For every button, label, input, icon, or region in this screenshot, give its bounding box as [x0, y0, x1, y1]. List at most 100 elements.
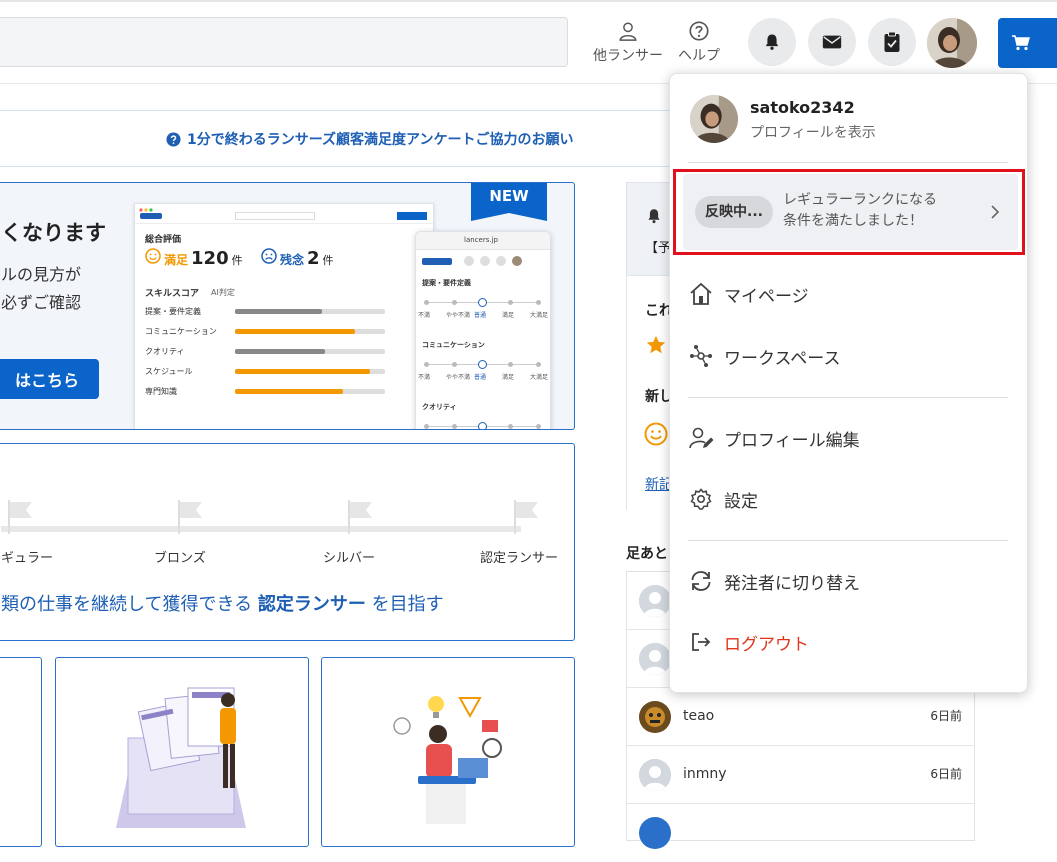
logout-icon — [692, 633, 711, 651]
tasks-button[interactable] — [868, 18, 916, 66]
notice-snippet: 【予 — [645, 241, 672, 256]
menu-item-workspace[interactable]: ワークスペース — [688, 336, 840, 376]
footprints-title: 足あと — [626, 546, 668, 562]
phone-url: lancers.jp — [464, 236, 498, 244]
messages-button[interactable] — [808, 18, 856, 66]
new-badge: NEW — [471, 183, 547, 221]
survey-text: 1分で終わるランサーズ顧客満足度アンケートご協力のお願い — [187, 132, 574, 148]
mock-post-button — [397, 212, 427, 220]
avatar — [639, 701, 671, 733]
rank-label-certified: 認定ランサー — [480, 551, 559, 566]
promo-desktop-mock: 総合評価 満足 120 件 残念 2 件 スキルスコア AI判定 提案・要件定義… — [134, 203, 434, 429]
smile-icon — [644, 422, 668, 446]
phone-section-title: クオリティ — [422, 403, 457, 411]
mock-skill-label: コミュニケーション — [145, 327, 217, 336]
avatar — [690, 95, 738, 143]
menu-item-label: 設定 — [724, 491, 758, 512]
mock-searchbar — [235, 212, 315, 220]
mock-skill-bar — [235, 389, 385, 394]
rank-msg-prefix: 類の仕事を継続して獲得できる — [1, 594, 253, 615]
mock-satisfied-label: 満足 — [164, 253, 189, 267]
mock-skill-bar-fill — [235, 349, 325, 354]
feature-card-ideas[interactable] — [321, 657, 575, 847]
phone-section-title: コミュニケーション — [422, 341, 485, 349]
phone-scale-dot — [478, 298, 487, 307]
phone-scale-dot — [424, 424, 429, 429]
menu-item-settings[interactable]: 設定 — [688, 479, 758, 519]
mock-disappointed-label: 残念 — [280, 253, 305, 267]
list-item[interactable]: inmny 6日前 — [627, 746, 974, 804]
phone-scale-dot — [452, 362, 457, 367]
phone-scale-dot — [536, 362, 541, 367]
menu-item-label: マイページ — [724, 286, 809, 307]
mock-skill-label: スケジュール — [145, 367, 193, 376]
footprint-time: 6日前 — [930, 709, 962, 723]
list-item[interactable] — [627, 804, 974, 862]
phone-scale-dot — [452, 300, 457, 305]
resume-illustration — [116, 687, 246, 828]
mock-count-unit: 件 — [322, 254, 334, 267]
user-edit-icon — [689, 427, 714, 449]
avatar — [639, 585, 671, 617]
menu-item-switch-client[interactable]: 発注者に切り替え — [688, 561, 860, 601]
survey-link[interactable]: 1分で終わるランサーズ顧客満足度アンケートご協力のお願い — [166, 129, 573, 149]
mock-disappointed: 残念 2 件 — [261, 248, 334, 269]
question-circle-icon — [689, 21, 709, 41]
menu-item-label: ログアウト — [724, 634, 809, 655]
menu-item-profile-edit[interactable]: プロフィール編集 — [688, 418, 860, 458]
menu-item-label: 発注者に切り替え — [724, 573, 860, 594]
rank-progress-card: ギュラー ブロンズ シルバー 認定ランサー 類の仕事を継続して獲得できる 認定ラ… — [0, 443, 575, 641]
mock-skill-bar — [235, 369, 385, 374]
cart-button[interactable] — [998, 18, 1057, 68]
user-avatar-button[interactable] — [927, 18, 977, 68]
top-header: 他ランサー ヘルプ — [0, 0, 1057, 84]
menu-item-mypage[interactable]: マイページ — [688, 274, 809, 314]
rank-status-item[interactable]: 反映中... レギュラーランクになる 条件を満たしました！ — [683, 174, 1018, 250]
mock-satisfied-count: 120 — [191, 248, 229, 269]
bell-icon — [648, 209, 660, 224]
mock-skill-label: 専門知識 — [145, 387, 177, 396]
phone-section-title: 提案・要件定義 — [422, 279, 471, 287]
rank-status-badge: 反映中... — [695, 196, 773, 228]
mock-skill-bar-fill — [235, 309, 322, 314]
survey-banner: 1分で終わるランサーズ顧客満足度アンケートご協力のお願い — [0, 110, 680, 167]
list-item[interactable]: teao 6日前 — [627, 688, 974, 746]
search-input[interactable] — [0, 17, 568, 67]
phone-scale-label: 普通 — [474, 374, 487, 381]
help-link[interactable]: ヘルプ — [678, 20, 720, 65]
feature-card-resume[interactable] — [55, 657, 309, 847]
account-dropdown-menu: satoko2342 プロフィールを表示 反映中... レギュラーランクになる … — [669, 73, 1028, 693]
star-icon — [646, 335, 666, 354]
phone-scale-label: 普通 — [474, 312, 487, 319]
other-lancers-link[interactable]: 他ランサー — [593, 20, 663, 65]
phone-nav-dots — [464, 256, 544, 268]
mock-skill-label: クオリティ — [145, 347, 185, 356]
menu-item-logout[interactable]: ログアウト — [688, 622, 809, 662]
mock-skill-bar — [235, 309, 385, 314]
avatar — [927, 18, 977, 68]
clipboard-check-icon — [884, 31, 900, 52]
help-label: ヘルプ — [678, 48, 720, 64]
phone-scale-dot — [478, 422, 487, 429]
divider — [688, 162, 1008, 163]
promo-details-button[interactable]: はこちら — [0, 359, 99, 399]
flag-icon — [8, 500, 32, 534]
cart-icon — [1012, 35, 1030, 51]
phone-scale-label: 不満 — [418, 312, 431, 319]
sad-icon — [261, 248, 277, 264]
feature-card[interactable] — [0, 657, 42, 847]
avatar — [639, 759, 671, 791]
rank-goal-message: 類の仕事を継続して獲得できる 認定ランサー を目指す — [1, 590, 444, 616]
mock-skill-bar — [235, 349, 385, 354]
notifications-button[interactable] — [748, 18, 796, 66]
rank-msg-bold: 認定ランサー — [257, 594, 366, 615]
mock-skill-bar-fill — [235, 329, 355, 334]
view-profile-link[interactable]: プロフィールを表示 — [750, 122, 876, 142]
phone-scale-dot — [508, 424, 513, 429]
avatar — [639, 643, 671, 675]
mock-topbar — [135, 204, 433, 224]
smile-icon — [145, 248, 161, 264]
footprint-name: teao — [683, 708, 715, 724]
phone-scale-dot — [452, 424, 457, 429]
phone-scale-dot — [424, 362, 429, 367]
